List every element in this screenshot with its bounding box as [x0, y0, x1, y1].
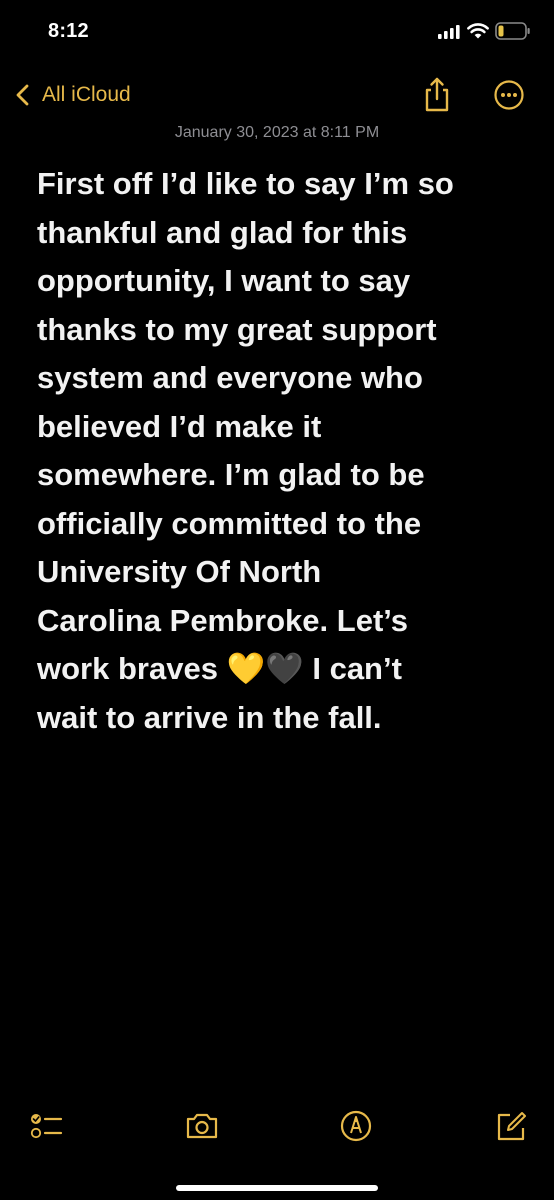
cellular-signal-icon [438, 25, 460, 39]
wifi-icon [467, 23, 489, 39]
camera-button[interactable] [183, 1108, 221, 1144]
camera-icon [186, 1113, 218, 1139]
share-button[interactable] [418, 75, 456, 115]
markup-button[interactable] [337, 1108, 375, 1144]
back-button[interactable]: All iCloud [14, 78, 131, 112]
status-time: 8:12 [48, 20, 89, 42]
home-indicator [176, 1185, 378, 1191]
compose-button[interactable] [492, 1108, 530, 1144]
back-label: All iCloud [42, 83, 131, 106]
status-bar: 8:12 [0, 0, 554, 64]
compose-icon [497, 1112, 526, 1141]
bottom-toolbar [0, 1100, 554, 1160]
note-body[interactable]: First off I’d like to say I’m so thankfu… [37, 160, 527, 742]
note-date: January 30, 2023 at 8:11 PM [174, 124, 380, 141]
more-icon [494, 80, 524, 110]
markup-icon [340, 1110, 372, 1142]
share-icon [425, 77, 449, 112]
nav-bar: All iCloud [0, 70, 554, 122]
checklist-icon [30, 1114, 63, 1139]
more-button[interactable] [493, 79, 525, 111]
back-chevron-icon [16, 84, 29, 106]
checklist-button[interactable] [27, 1108, 65, 1144]
battery-icon [495, 22, 530, 40]
